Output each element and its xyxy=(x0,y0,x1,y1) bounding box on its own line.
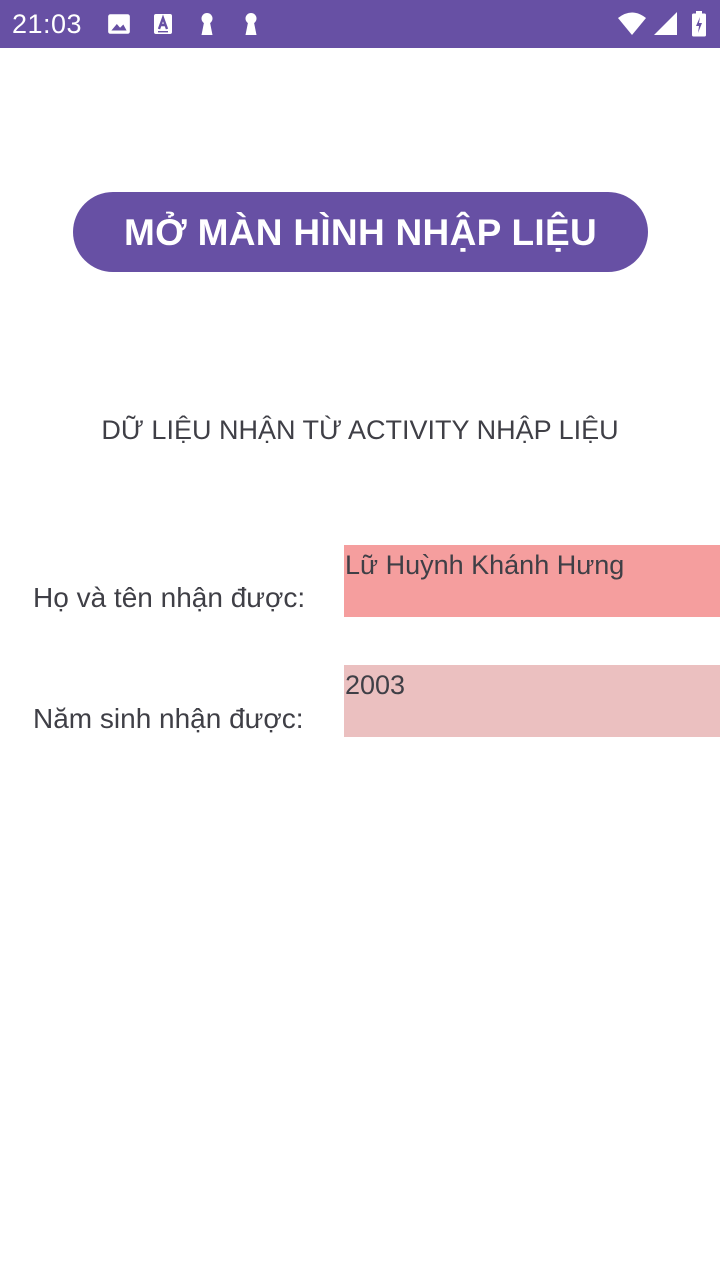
keyhole-icon xyxy=(201,13,213,35)
battery-icon xyxy=(692,11,706,37)
birth-year-value: 2003 xyxy=(344,665,720,737)
keyhole-icon xyxy=(245,13,257,35)
status-time: 21:03 xyxy=(12,9,83,39)
full-name-value: Lữ Huỳnh Khánh Hưng xyxy=(344,545,720,617)
full-name-label: Họ và tên nhận được: xyxy=(33,582,306,613)
wifi-icon xyxy=(618,12,646,35)
image-icon xyxy=(108,14,130,34)
cell-signal-icon xyxy=(654,12,677,35)
status-bar: 21:03 xyxy=(0,0,720,48)
open-input-screen-button[interactable]: MỞ MÀN HÌNH NHẬP LIỆU xyxy=(73,192,648,272)
text-a-icon xyxy=(154,14,172,34)
birth-year-label: Năm sinh nhận được: xyxy=(33,703,304,734)
section-title: DỮ LIỆU NHẬN TỪ ACTIVITY NHẬP LIỆU xyxy=(101,415,619,445)
